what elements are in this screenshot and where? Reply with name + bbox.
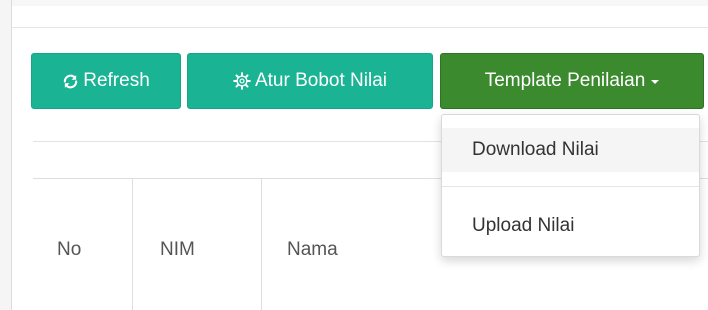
table-column-separator xyxy=(261,179,262,310)
panel-left-border xyxy=(0,0,12,310)
column-header-no[interactable]: No xyxy=(57,239,81,261)
refresh-icon xyxy=(62,73,79,90)
panel-header-divider xyxy=(12,27,708,28)
template-penilaian-label: Template Penilaian xyxy=(484,70,646,91)
atur-bobot-nilai-button[interactable]: Atur Bobot Nilai xyxy=(187,53,433,109)
column-header-nama[interactable]: Nama xyxy=(287,239,338,261)
gear-icon xyxy=(233,72,251,90)
upload-nilai-label: Upload Nilai xyxy=(472,215,575,236)
upload-nilai-menu-item[interactable]: Upload Nilai xyxy=(442,204,699,248)
table-column-separator xyxy=(132,179,133,310)
download-nilai-menu-item[interactable]: Download Nilai xyxy=(442,128,699,172)
caret-down-icon xyxy=(651,80,660,84)
atur-bobot-nilai-label: Atur Bobot Nilai xyxy=(254,70,387,91)
column-header-nim[interactable]: NIM xyxy=(160,239,195,261)
dropdown-divider xyxy=(442,186,699,187)
refresh-button-label: Refresh xyxy=(83,70,150,91)
download-nilai-label: Download Nilai xyxy=(472,139,599,160)
template-penilaian-button[interactable]: Template Penilaian xyxy=(440,53,704,109)
template-penilaian-dropdown: Download Nilai Upload Nilai xyxy=(441,114,700,257)
panel-top-strip xyxy=(12,0,708,6)
refresh-button[interactable]: Refresh xyxy=(31,53,181,109)
